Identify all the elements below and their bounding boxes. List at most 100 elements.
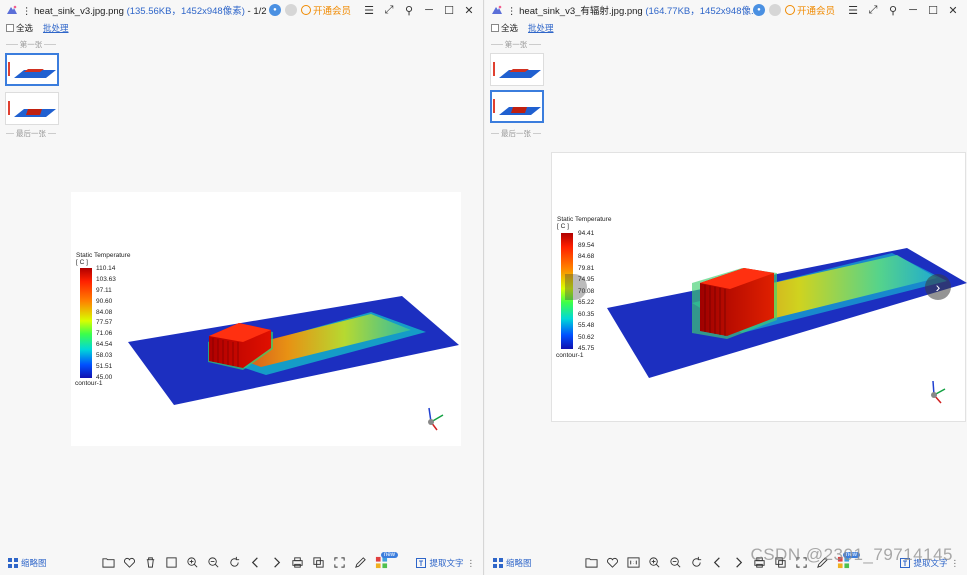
menu-icon[interactable]: ☰ xyxy=(361,3,377,17)
select-all-checkbox[interactable] xyxy=(491,24,499,32)
edit-icon[interactable] xyxy=(352,554,368,570)
thumbnail-image xyxy=(8,62,56,78)
legend-tick-label: 77.57 xyxy=(96,319,113,327)
rotate-icon[interactable] xyxy=(226,554,242,570)
thumbnail-image xyxy=(8,101,56,117)
favorite-icon[interactable] xyxy=(604,554,620,570)
fullscreen-icon[interactable]: ⤢ xyxy=(865,3,881,17)
open-folder-icon[interactable] xyxy=(583,554,599,570)
vip-icon xyxy=(300,5,311,15)
legend-tick-label: 45.75 xyxy=(578,345,595,352)
select-row: 全选 批处理 xyxy=(491,22,554,34)
select-all-checkbox[interactable] xyxy=(6,24,14,32)
user-avatar-icon[interactable]: ● xyxy=(268,4,281,16)
thumbnail-2[interactable] xyxy=(5,92,59,125)
vip-button[interactable]: 开通会员 xyxy=(784,3,835,17)
tool-group: new xyxy=(100,552,399,570)
legend-tick-label: 94.41 xyxy=(578,230,595,237)
thumbnail-sidebar: 全选 批处理 第一张 最后一张 xyxy=(0,20,69,550)
text-scan-icon xyxy=(416,558,427,568)
menu-icon[interactable]: ☰ xyxy=(845,3,861,17)
fullscreen-icon[interactable]: ⤢ xyxy=(381,3,397,17)
axis-triad-icon xyxy=(931,380,946,404)
legend-tick-label: 51.51 xyxy=(96,363,113,371)
print-icon[interactable] xyxy=(289,554,305,570)
select-row: 全选 批处理 xyxy=(6,22,69,34)
zoom-out-icon[interactable] xyxy=(205,554,221,570)
thumbnail-toggle[interactable]: 缩略图 xyxy=(493,557,532,569)
thumbnail-toggle[interactable]: 缩略图 xyxy=(8,557,47,569)
legend-title: Static Temperature[ C ] xyxy=(557,216,612,230)
legend-tick-label: 89.54 xyxy=(578,241,595,249)
screenshot-icon[interactable] xyxy=(331,554,347,570)
legend-tick-label: 110.14 xyxy=(96,265,116,272)
pin-icon[interactable]: ⚲ xyxy=(401,3,417,17)
maximize-icon[interactable]: ☐ xyxy=(441,3,457,17)
minimize-icon[interactable]: ─ xyxy=(905,3,921,17)
favorite-icon[interactable] xyxy=(121,554,137,570)
next-icon[interactable] xyxy=(268,554,284,570)
legend-title: Static Temperature[ C ] xyxy=(76,252,131,266)
legend-tick-label: 71.06 xyxy=(96,330,113,338)
window-title: ⋮ heat_sink_v3.jpg.png (135.56KB，1452x94… xyxy=(22,6,267,17)
last-label: 最后一张 xyxy=(489,128,543,139)
thumbnail-sidebar: 全选 批处理 第一张 最后一张 xyxy=(485,20,554,550)
legend-colorbar xyxy=(80,268,92,378)
thumbnail-1[interactable] xyxy=(5,53,59,86)
previous-icon[interactable] xyxy=(247,554,263,570)
thumbnail-1[interactable] xyxy=(490,53,544,86)
title-bar[interactable]: ⋮ heat_sink_v3_有辐射.jpg.png (164.77KB，145… xyxy=(485,0,967,20)
image-viewer[interactable]: Static Temperature[ C ] 110.14 103.63 97.1… xyxy=(71,192,461,446)
status-dot-icon xyxy=(768,4,781,16)
thumbnail-2[interactable] xyxy=(490,90,544,123)
last-label: 最后一张 xyxy=(4,128,58,139)
user-avatar-icon[interactable]: ● xyxy=(752,4,765,16)
axis-triad-icon xyxy=(428,407,444,431)
delete-icon[interactable] xyxy=(142,554,158,570)
pin-icon[interactable]: ⚲ xyxy=(885,3,901,17)
new-badge: new xyxy=(381,552,399,558)
select-all-label[interactable]: 全选 xyxy=(501,22,518,34)
next-image-button[interactable]: › xyxy=(925,274,951,300)
first-label: 第一张 xyxy=(489,39,543,50)
rotate-icon[interactable] xyxy=(688,554,704,570)
apps-icon[interactable]: new xyxy=(373,552,399,570)
title-bar[interactable]: ⋮ heat_sink_v3.jpg.png (135.56KB，1452x94… xyxy=(0,0,483,20)
vip-button[interactable]: 开通会员 xyxy=(300,3,351,17)
actual-size-icon[interactable] xyxy=(625,554,641,570)
legend-tick-label: 97.11 xyxy=(96,286,112,294)
fit-window-icon[interactable] xyxy=(163,554,179,570)
legend-tick-label: 55.48 xyxy=(578,322,595,329)
close-icon[interactable]: ✕ xyxy=(461,3,477,17)
previous-icon[interactable] xyxy=(709,554,725,570)
grid-icon xyxy=(8,558,18,568)
legend-tick-label: 50.62 xyxy=(578,333,595,341)
image-viewer[interactable]: Static Temperature[ C ] 94.41 89.54 84.68 7… xyxy=(551,152,967,422)
next-icon[interactable] xyxy=(730,554,746,570)
copy-icon[interactable] xyxy=(310,554,326,570)
minimize-icon[interactable]: ─ xyxy=(421,3,437,17)
bottom-toolbar: 缩略图 new 提取文字 ⋮ xyxy=(0,551,483,575)
window-title: ⋮ heat_sink_v3_有辐射.jpg.png (164.77KB，145… xyxy=(507,6,759,17)
zoom-in-icon[interactable] xyxy=(184,554,200,570)
legend-tick-label: 103.63 xyxy=(96,275,116,283)
legend-tick-label: 65.22 xyxy=(578,299,595,306)
close-icon[interactable]: ✕ xyxy=(945,3,961,17)
select-all-label[interactable]: 全选 xyxy=(16,22,33,34)
maximize-icon[interactable]: ☐ xyxy=(925,3,941,17)
legend-tick-label: 58.03 xyxy=(96,352,113,360)
legend-footer: contour-1 xyxy=(556,352,584,359)
legend-ticks: 110.14 103.63 97.11 90.60 84.08 77.57 71.06 64.… xyxy=(96,265,116,381)
open-folder-icon[interactable] xyxy=(100,554,116,570)
app-logo-icon xyxy=(492,5,502,14)
status-dot-icon xyxy=(284,4,297,16)
zoom-out-icon[interactable] xyxy=(667,554,683,570)
batch-link[interactable]: 批处理 xyxy=(43,22,69,34)
grid-icon xyxy=(493,558,503,568)
batch-link[interactable]: 批处理 xyxy=(528,22,554,34)
viewer-window-left: ⋮ heat_sink_v3.jpg.png (135.56KB，1452x94… xyxy=(0,0,484,575)
first-label: 第一张 xyxy=(4,39,58,50)
extract-text-button[interactable]: 提取文字 ⋮ xyxy=(416,557,475,569)
zoom-in-icon[interactable] xyxy=(646,554,662,570)
legend-footer: contour-1 xyxy=(75,380,103,387)
